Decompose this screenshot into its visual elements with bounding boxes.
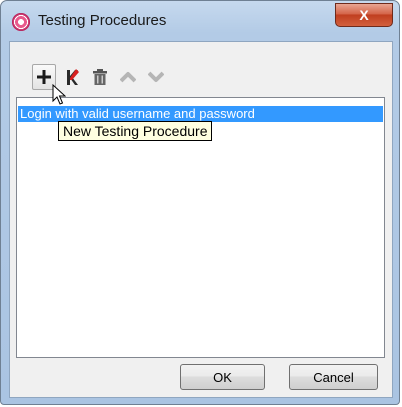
move-down-icon [148,71,164,82]
tooltip: New Testing Procedure [58,121,213,141]
ok-button[interactable]: OK [180,364,265,390]
close-icon: X [359,7,369,23]
mouse-cursor-icon [52,84,66,105]
title-bar[interactable]: Testing Procedures X [1,1,401,41]
add-icon [37,70,51,84]
list-item[interactable]: Login with valid username and password [18,106,383,122]
app-logo-icon [12,13,30,31]
move-up-icon [120,72,136,83]
close-button[interactable]: X [335,3,393,27]
delete-procedure-button[interactable] [88,64,112,90]
cancel-button[interactable]: Cancel [289,364,378,390]
edit-icon [67,69,79,85]
trash-icon [93,69,107,85]
move-down-button[interactable] [144,64,168,90]
toolbar [16,64,216,92]
window-title: Testing Procedures [38,12,167,29]
move-up-button[interactable] [116,64,140,90]
